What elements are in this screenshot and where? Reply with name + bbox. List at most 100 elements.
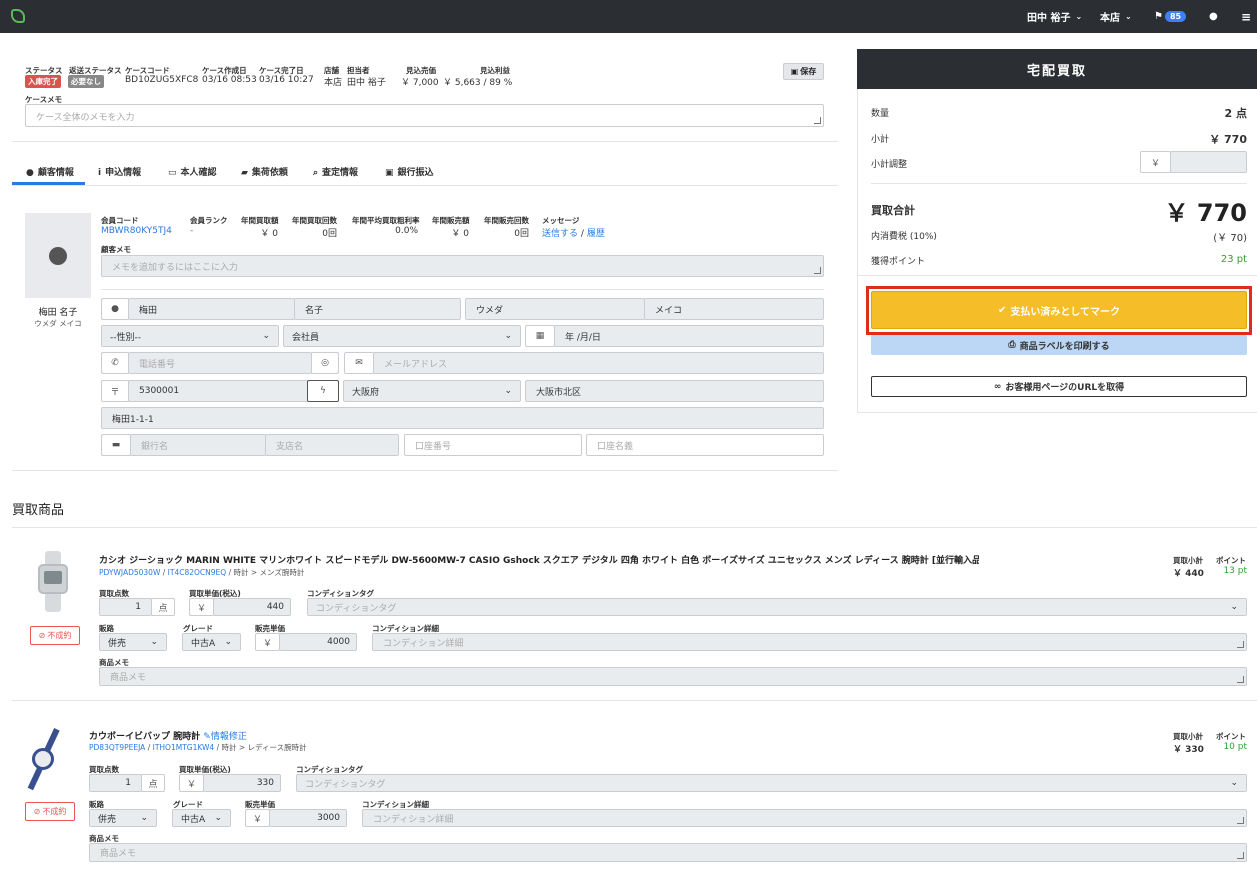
person-icon-addon: ● (101, 298, 129, 320)
resize-handle[interactable] (1237, 817, 1244, 824)
print-label-button[interactable]: ⎙ 商品ラベルを印刷する (871, 335, 1247, 355)
buy-subtotal-value: ￥ 440 (1173, 569, 1204, 579)
phone-lookup-button[interactable]: ◎ (311, 352, 339, 374)
member-code-link[interactable]: MBWR80KY5TJ4 (101, 226, 172, 236)
points-label: 獲得ポイント (871, 257, 926, 267)
buy-subtotal-label: 買取小計 (1173, 556, 1203, 565)
send-message-link[interactable]: 送信する (542, 229, 578, 239)
resize-handle[interactable] (1237, 676, 1244, 683)
qty-input[interactable]: 1 (89, 774, 142, 792)
tab-label: 集荷依頼 (251, 168, 288, 178)
item-code-link[interactable]: IT4C82OCN9EQ (168, 568, 227, 577)
save-icon: ▣ (790, 67, 799, 76)
qty-input[interactable]: 1 (99, 598, 152, 616)
address-lookup-button[interactable]: ϟ (307, 380, 339, 402)
get-customer-url-button[interactable]: ∞ お客様用ページのURLを取得 (871, 376, 1247, 397)
printer-icon: ⎙ (1008, 340, 1016, 350)
tab-bank-transfer[interactable]: ▣ 銀行振込 (385, 165, 434, 178)
account-holder-input[interactable]: 口座名義 (586, 434, 824, 456)
occupation-select[interactable]: 会社員 ⌄ (283, 325, 521, 347)
store-name: 本店 (1100, 13, 1120, 24)
tab-label: 顧客情報 (37, 168, 74, 178)
birthday-value: 年 /月/日 (565, 332, 601, 343)
resize-handle[interactable] (1237, 641, 1244, 648)
last-kana-value: ウメダ (476, 305, 504, 316)
condition-tag-select[interactable]: コンディションタグ ⌄ (307, 598, 1247, 616)
birthday-input[interactable]: 年 /月/日 (554, 325, 824, 347)
not-contracted-button[interactable]: ⊘ 不成約 (30, 626, 80, 645)
sale-price-input[interactable]: 4000 (279, 633, 357, 651)
bank-name-input[interactable]: 銀行名 (130, 434, 266, 456)
grade-select[interactable]: 中古A ⌄ (172, 809, 231, 827)
tab-identity-check[interactable]: ▭ 本人確認 (168, 165, 217, 178)
item-code-link[interactable]: ITHO1MTG1KW4 (153, 743, 215, 752)
city-input[interactable]: 大阪市北区 (525, 380, 824, 402)
condition-detail-input[interactable]: コンディション詳細 (362, 809, 1247, 827)
app-logo-icon[interactable] (11, 9, 25, 23)
sale-price-value: 3000 (317, 813, 340, 823)
user-menu[interactable]: 田中 裕子 ⌄ (1027, 0, 1082, 33)
tab-customer-info[interactable]: ● 顧客情報 (26, 165, 74, 178)
email-input[interactable]: メールアドレス (373, 352, 824, 374)
occupation-value: 会社員 (292, 332, 320, 343)
case-memo-input[interactable]: ケース全体のメモを入力 (25, 104, 824, 127)
gender-select[interactable]: --性別-- ⌄ (101, 325, 279, 347)
product-code-link[interactable]: PD83QT9PEEJA (89, 743, 145, 752)
user-icon: ● (26, 168, 34, 178)
last-kana-input[interactable]: ウメダ (465, 298, 645, 320)
unit-price-input[interactable]: 330 (203, 774, 281, 792)
store-menu[interactable]: 本店 ⌄ (1100, 0, 1132, 33)
channel-select[interactable]: 併売 ⌄ (99, 633, 167, 651)
tab-appraisal-info[interactable]: ⌕ 査定情報 (313, 165, 358, 178)
unit-price-input[interactable]: 440 (213, 598, 291, 616)
chevron-down-icon: ⌄ (1075, 12, 1083, 21)
resize-handle[interactable] (1237, 852, 1244, 859)
phone-icon: ✆ (111, 358, 119, 368)
account-number-input[interactable]: 口座番号 (404, 434, 582, 456)
grade-select[interactable]: 中古A ⌄ (182, 633, 241, 651)
first-kana-input[interactable]: メイコ (644, 298, 824, 320)
condition-detail-input[interactable]: コンディション詳細 (372, 633, 1247, 651)
hamburger-menu-button[interactable]: ≡ (1241, 0, 1251, 33)
customer-memo-input[interactable]: メモを追加するにはここに入力 (101, 255, 824, 277)
phone-placeholder: 電話番号 (139, 359, 176, 370)
sale-price-input[interactable]: 3000 (269, 809, 347, 827)
customer-memo-placeholder: メモを追加するにはここに入力 (112, 262, 239, 273)
member-code-label: 会員コード (101, 216, 139, 225)
chat-button[interactable]: ● (1209, 0, 1218, 33)
product-code-link[interactable]: PDYWJAD5030W (99, 568, 160, 577)
pencil-icon: ✎ (203, 732, 211, 742)
channel-value: 併売 (98, 814, 117, 825)
headset-icon: ◎ (321, 358, 329, 368)
bank-icon-addon: ▬ (101, 434, 131, 456)
message-label: メッセージ (542, 216, 580, 225)
channel-select[interactable]: 併売 ⌄ (89, 809, 157, 827)
first-kana-value: メイコ (655, 305, 683, 316)
save-button[interactable]: ▣ 保存 (783, 63, 824, 80)
subtotal-adjust-input[interactable] (1170, 151, 1247, 173)
not-contracted-button[interactable]: ⊘ 不成約 (25, 802, 75, 821)
branch-name-input[interactable]: 支店名 (265, 434, 399, 456)
street-address-input[interactable]: 梅田1-1-1 (101, 407, 824, 429)
tab-pickup-request[interactable]: ▰ 集荷依頼 (241, 165, 288, 178)
first-name-input[interactable]: 名子 (294, 298, 461, 320)
product-memo-input[interactable]: 商品メモ (99, 667, 1247, 686)
edit-info-link[interactable]: ✎情報修正 (203, 732, 247, 742)
return-status-badge: 必要なし (68, 75, 104, 88)
tax-row: 内消費税 (10%) (￥ 70) (871, 229, 1247, 244)
resize-handle[interactable] (814, 267, 821, 274)
ban-icon: ⊘ (38, 631, 46, 640)
message-history-link[interactable]: 履歴 (587, 229, 605, 239)
last-name-input[interactable]: 梅田 (128, 298, 295, 320)
prefecture-select[interactable]: 大阪府 ⌄ (343, 380, 521, 402)
qty-value: 1 (125, 778, 131, 788)
point-label: ポイント (1216, 732, 1246, 741)
condition-tag-select[interactable]: コンディションタグ ⌄ (296, 774, 1247, 792)
resize-handle[interactable] (814, 117, 821, 124)
postal-code-input[interactable]: 5300001 (128, 380, 308, 402)
chat-bubble-icon: ● (1209, 11, 1218, 22)
tab-application-info[interactable]: i 申込情報 (98, 165, 141, 178)
notifications-button[interactable]: ⚑ 85 (1154, 0, 1187, 33)
product-memo-input[interactable]: 商品メモ (89, 843, 1247, 862)
phone-input[interactable]: 電話番号 (128, 352, 312, 374)
